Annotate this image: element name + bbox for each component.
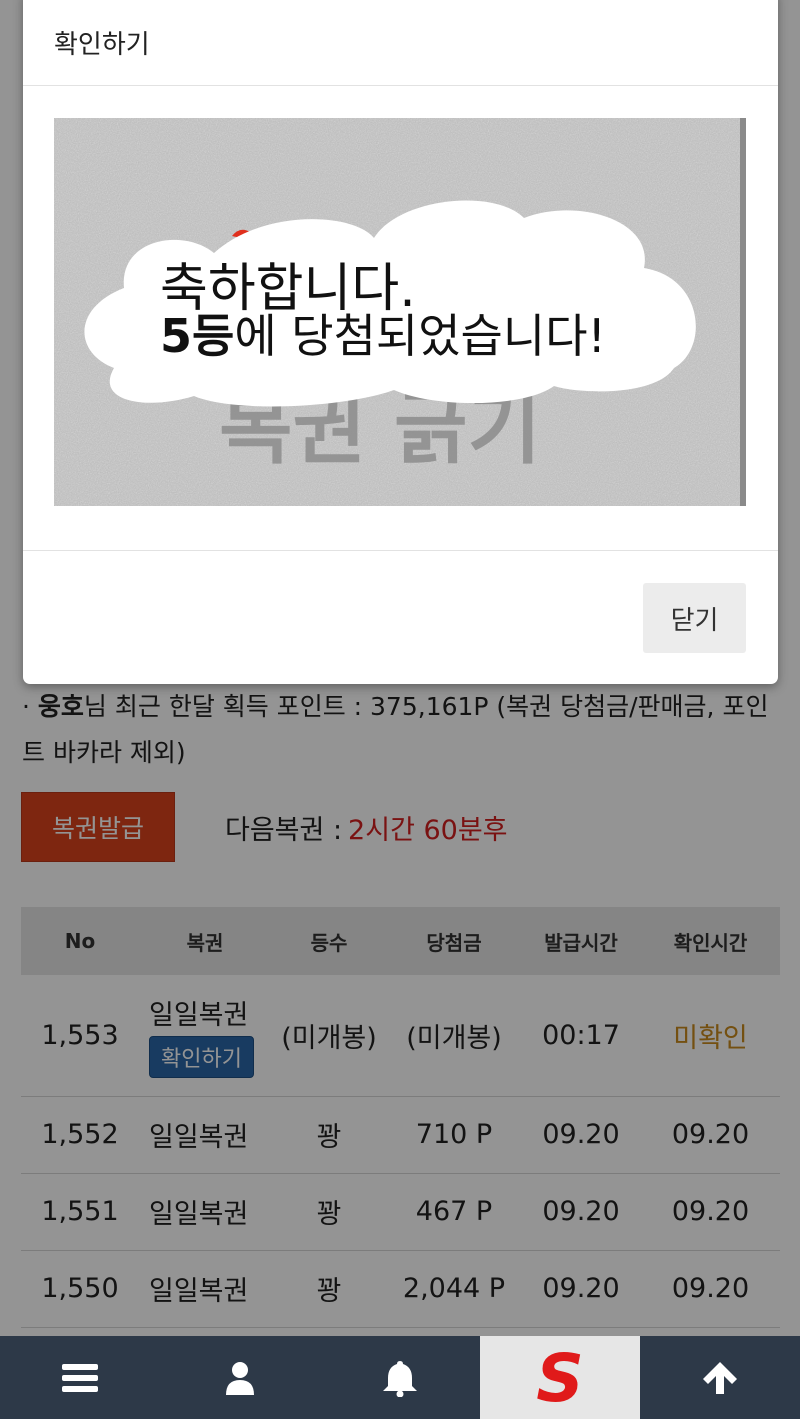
bell-icon bbox=[383, 1360, 417, 1397]
user-icon bbox=[226, 1361, 254, 1395]
confirm-modal: 확인하기 복권 긁기 축하합니다. 5등에 당첨되었습니다! 닫기 bbox=[23, 0, 778, 684]
arrow-up-icon bbox=[703, 1361, 737, 1394]
modal-title: 확인하기 bbox=[54, 30, 150, 60]
nav-notifications[interactable] bbox=[320, 1336, 480, 1419]
scratch-card-image: 복권 긁기 축하합니다. 5등에 당첨되었습니다! bbox=[54, 118, 746, 506]
message-rest: 에 당첨되었습니다! bbox=[234, 309, 606, 363]
menu-icon bbox=[62, 1363, 98, 1392]
scratch-card[interactable]: 복권 긁기 축하합니다. 5등에 당첨되었습니다! bbox=[54, 118, 746, 506]
close-button[interactable]: 닫기 bbox=[643, 583, 746, 653]
modal-divider bbox=[23, 550, 778, 551]
nav-scroll-top[interactable] bbox=[640, 1336, 800, 1419]
logo-letter: S bbox=[536, 1343, 584, 1413]
message-rank: 5등 bbox=[160, 309, 234, 363]
nav-logo[interactable]: S bbox=[480, 1336, 640, 1419]
message-line2: 5등에 당첨되었습니다! bbox=[160, 309, 606, 363]
site-logo: S bbox=[536, 1343, 584, 1413]
bottom-nav: S bbox=[0, 1336, 800, 1419]
nav-menu[interactable] bbox=[0, 1336, 160, 1419]
modal-header: 확인하기 bbox=[23, 0, 778, 86]
nav-user[interactable] bbox=[160, 1336, 320, 1419]
